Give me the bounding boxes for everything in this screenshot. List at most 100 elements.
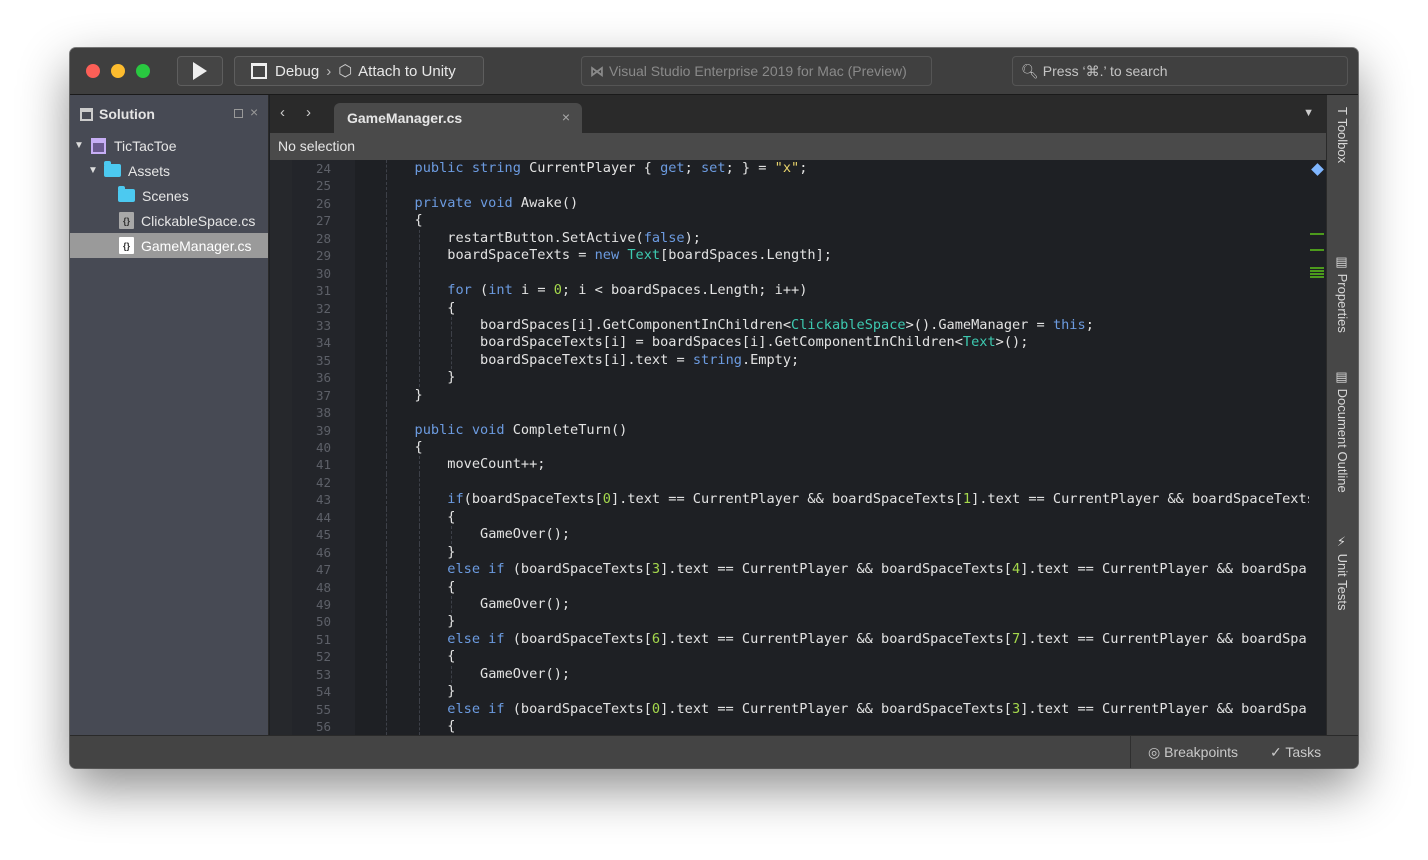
close-window-button[interactable] — [86, 64, 100, 78]
window-icon — [251, 63, 267, 79]
code-line[interactable]: } — [349, 613, 1309, 630]
code-line[interactable]: moveCount++; — [349, 456, 1309, 473]
toolbox-tab[interactable]: T Toolbox — [1335, 107, 1350, 163]
code-line[interactable]: { — [349, 718, 1309, 735]
code-line[interactable]: { — [349, 579, 1309, 596]
indent-guide — [386, 300, 387, 317]
code-line[interactable]: } — [349, 387, 1309, 404]
code-token: >().GameManager = — [906, 317, 1053, 333]
folder-icon — [104, 164, 121, 177]
properties-label: Properties — [1335, 274, 1350, 333]
close-tab-icon[interactable]: × — [562, 109, 570, 125]
code-token: moveCount++; — [447, 456, 545, 472]
code-line[interactable]: GameOver(); — [349, 666, 1309, 683]
code-line[interactable]: { — [349, 300, 1309, 317]
code-line[interactable]: GameOver(); — [349, 596, 1309, 613]
tab-overflow-dropdown-icon[interactable]: ▼ — [1303, 107, 1314, 119]
code-line[interactable]: { — [349, 212, 1309, 229]
expand-arrow-icon[interactable]: ▼ — [73, 140, 85, 151]
code-line[interactable]: public string CurrentPlayer { get; set; … — [349, 160, 1309, 177]
tree-item-project[interactable]: ▼ TicTacToe — [70, 133, 268, 158]
code-line[interactable]: restartButton.SetActive(false); — [349, 230, 1309, 247]
code-line[interactable]: boardSpaceTexts[i] = boardSpaces[i].GetC… — [349, 334, 1309, 351]
code-line[interactable]: boardSpaceTexts[i].text = string.Empty; — [349, 352, 1309, 369]
line-number: 55 — [292, 701, 355, 718]
code-line[interactable]: { — [349, 509, 1309, 526]
code-area[interactable]: 2425262728293031323334353637383940414243… — [270, 160, 1326, 735]
breakpoints-pad-button[interactable]: ◎ Breakpoints — [1148, 744, 1238, 761]
code-token: CurrentPlayer { — [529, 160, 660, 176]
indent-guide — [419, 265, 420, 282]
code-token: 0 — [652, 701, 660, 717]
code-line[interactable]: boardSpaceTexts = new Text[boardSpaces.L… — [349, 247, 1309, 264]
attach-target-selector[interactable]: Attach to Unity — [358, 63, 456, 80]
expand-arrow-icon[interactable]: ▼ — [87, 165, 99, 176]
code-line[interactable] — [349, 177, 1309, 194]
code-line[interactable]: else if (boardSpaceTexts[6].text == Curr… — [349, 631, 1309, 648]
solution-icon — [80, 108, 93, 121]
toolbox-label: Toolbox — [1335, 118, 1350, 163]
maximize-pad-icon[interactable] — [234, 109, 243, 118]
gutter — [270, 160, 292, 735]
line-number: 54 — [292, 683, 355, 700]
tab-bar: ‹ › GameManager.cs × ▼ — [270, 95, 1326, 133]
indent-guide — [386, 422, 387, 439]
app-title: Visual Studio Enterprise 2019 for Mac (P… — [609, 63, 907, 79]
properties-icon: ▤ — [1335, 255, 1350, 274]
code-line[interactable]: boardSpaces[i].GetComponentInChildren<Cl… — [349, 317, 1309, 334]
properties-tab[interactable]: ▤ Properties — [1335, 255, 1350, 333]
breadcrumb[interactable]: No selection — [270, 133, 1326, 160]
code-line[interactable]: GameOver(); — [349, 526, 1309, 543]
indent-guide — [386, 613, 387, 630]
tree-item-file-selected[interactable]: {} GameManager.cs — [70, 233, 268, 258]
indent-guide — [419, 317, 420, 334]
tree-item-file[interactable]: {} ClickableSpace.cs — [70, 208, 268, 233]
code-line[interactable]: public void CompleteTurn() — [349, 422, 1309, 439]
document-outline-tab[interactable]: ▤ Document Outline — [1335, 370, 1350, 493]
line-number: 41 — [292, 456, 355, 473]
back-icon[interactable]: ‹ — [280, 104, 285, 121]
code-token: else if — [447, 631, 504, 647]
code-line[interactable]: { — [349, 648, 1309, 665]
indent-guide — [386, 334, 387, 351]
code-token: GameOver(); — [480, 526, 570, 542]
tree-item-folder-assets[interactable]: ▼ Assets — [70, 158, 268, 183]
code-line[interactable]: private void Awake() — [349, 195, 1309, 212]
code-editor: ‹ › GameManager.cs × ▼ No selection 2425… — [270, 95, 1326, 735]
search-input[interactable]: 🔍︎ Press ‘⌘.’ to search — [1012, 56, 1348, 86]
tree-item-label: ClickableSpace.cs — [141, 213, 255, 229]
debug-config-selector[interactable]: Debug — [275, 63, 319, 80]
code-line[interactable]: else if (boardSpaceTexts[3].text == Curr… — [349, 561, 1309, 578]
code-token: >(); — [996, 334, 1029, 350]
code-line[interactable]: if(boardSpaceTexts[0].text == CurrentPla… — [349, 491, 1309, 508]
code-token: this — [1053, 317, 1086, 333]
code-line[interactable] — [349, 404, 1309, 421]
code-token: { — [447, 579, 455, 595]
tasks-pad-button[interactable]: ✓ Tasks — [1270, 744, 1321, 761]
indent-guide — [419, 456, 420, 473]
code-line[interactable]: } — [349, 544, 1309, 561]
unit-tests-tab[interactable]: ⚡︎ Unit Tests — [1335, 535, 1350, 610]
code-line[interactable]: } — [349, 369, 1309, 386]
code-line[interactable]: } — [349, 683, 1309, 700]
code-token: ].text == CurrentPlayer && boardSpaceTex… — [611, 491, 963, 507]
forward-icon[interactable]: › — [306, 104, 311, 121]
code-line[interactable] — [349, 474, 1309, 491]
code-lines[interactable]: public string CurrentPlayer { get; set; … — [349, 160, 1309, 735]
code-line[interactable] — [349, 265, 1309, 282]
tree-item-folder-scenes[interactable]: Scenes — [70, 183, 268, 208]
close-pad-icon[interactable]: × — [250, 104, 258, 120]
zoom-window-button[interactable] — [136, 64, 150, 78]
code-line[interactable]: for (int i = 0; i < boardSpaces.Length; … — [349, 282, 1309, 299]
indent-guide — [386, 439, 387, 456]
tab-gamemanager[interactable]: GameManager.cs × — [334, 103, 582, 133]
indent-guide — [419, 596, 420, 613]
run-button[interactable] — [177, 56, 223, 86]
indent-guide — [386, 369, 387, 386]
indent-guide — [451, 317, 452, 334]
code-line[interactable]: else if (boardSpaceTexts[0].text == Curr… — [349, 701, 1309, 718]
code-line[interactable]: { — [349, 439, 1309, 456]
checkmark-icon: ✓ — [1270, 744, 1285, 760]
search-placeholder: Press ‘⌘.’ to search — [1043, 63, 1168, 80]
minimize-window-button[interactable] — [111, 64, 125, 78]
